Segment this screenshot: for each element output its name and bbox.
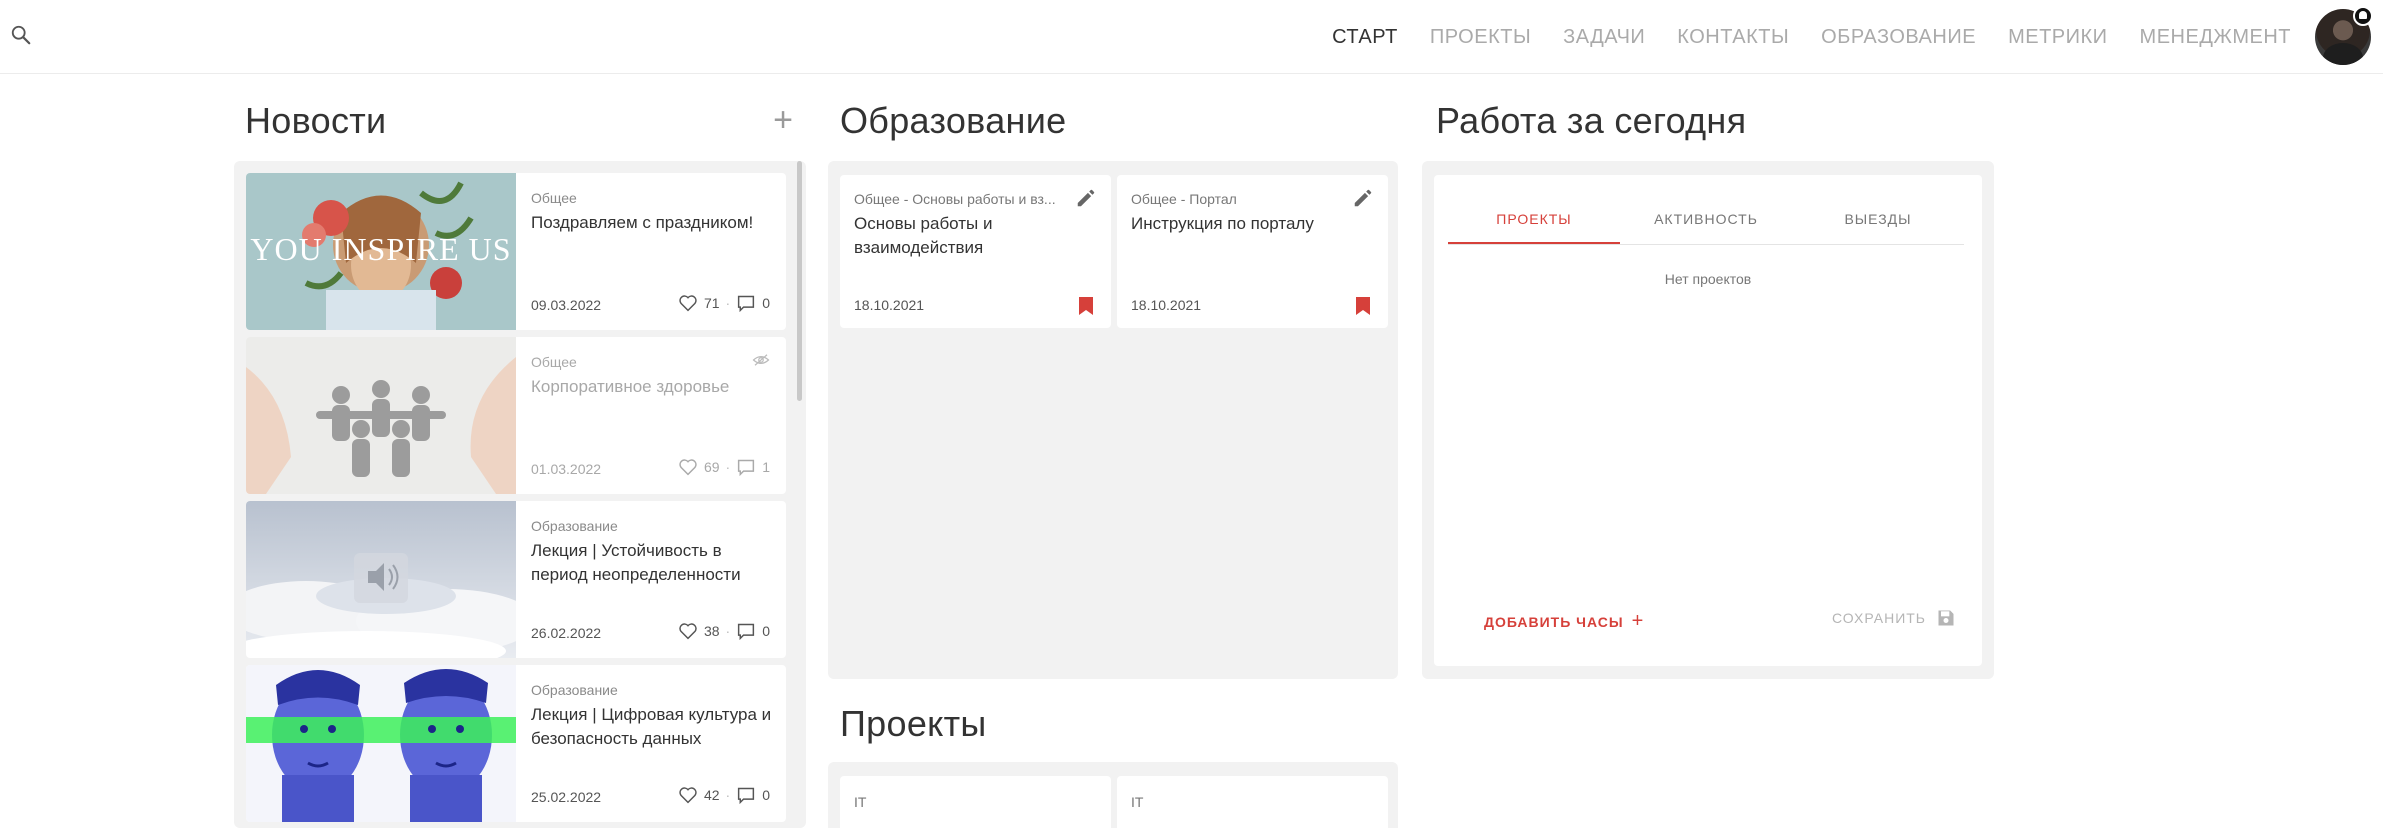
news-title: Новости bbox=[245, 100, 387, 141]
news-meta: 69 · 1 bbox=[678, 458, 770, 476]
education-course-title[interactable]: Основы работы и взаимодействия bbox=[854, 212, 1074, 260]
news-headline[interactable]: Лекция | Устойчивость в период неопредел… bbox=[531, 539, 781, 587]
likes-count: 69 bbox=[703, 459, 720, 475]
education-card[interactable]: Общее - Портал Инструкция по порталу 18.… bbox=[1117, 175, 1388, 328]
main-nav: СТАРТ ПРОЕКТЫ ЗАДАЧИ КОНТАКТЫ ОБРАЗОВАНИ… bbox=[1332, 0, 2291, 74]
project-card[interactable]: IT bbox=[1117, 776, 1388, 828]
nav-item-education[interactable]: ОБРАЗОВАНИЕ bbox=[1821, 26, 1976, 49]
news-headline[interactable]: Лекция | Цифровая культура и безопасност… bbox=[531, 703, 781, 751]
heart-icon[interactable] bbox=[678, 458, 698, 476]
news-card[interactable]: YOU INSPIRE US Общее Поздравляем с празд… bbox=[246, 173, 786, 330]
nav-item-projects[interactable]: ПРОЕКТЫ bbox=[1430, 26, 1531, 49]
news-date: 09.03.2022 bbox=[531, 297, 602, 313]
news-headline[interactable]: Поздравляем с праздником! bbox=[531, 211, 781, 235]
news-panel: YOU INSPIRE US Общее Поздравляем с празд… bbox=[234, 161, 806, 828]
news-image-art bbox=[246, 337, 516, 494]
project-category: IT bbox=[854, 794, 867, 810]
edit-icon[interactable] bbox=[1075, 187, 1097, 209]
news-scrollbar[interactable] bbox=[797, 161, 802, 401]
education-category: Общее - Портал bbox=[1131, 191, 1237, 207]
nav-item-tasks[interactable]: ЗАДАЧИ bbox=[1563, 26, 1645, 49]
heart-icon[interactable] bbox=[678, 786, 698, 804]
add-hours-button[interactable]: ДОБАВИТЬ ЧАСЫ + bbox=[1484, 610, 1644, 633]
avatar-shade bbox=[2323, 43, 2363, 65]
separator-dot: · bbox=[725, 787, 731, 803]
separator-dot: · bbox=[725, 295, 731, 311]
nav-item-management[interactable]: МЕНЕДЖМЕНТ bbox=[2140, 26, 2291, 49]
likes-count: 42 bbox=[703, 787, 720, 803]
nav-item-contacts[interactable]: КОНТАКТЫ bbox=[1677, 26, 1789, 49]
comment-icon[interactable] bbox=[736, 622, 756, 640]
top-bar: СТАРТ ПРОЕКТЫ ЗАДАЧИ КОНТАКТЫ ОБРАЗОВАНИ… bbox=[0, 0, 2383, 74]
work-today-card: ПРОЕКТЫ АКТИВНОСТЬ ВЫЕЗДЫ Нет проектов Д… bbox=[1434, 175, 1982, 666]
projects-panel: IT IT bbox=[828, 762, 1398, 828]
separator-dot: · bbox=[725, 459, 731, 475]
comment-icon[interactable] bbox=[736, 786, 756, 804]
work-tabs: ПРОЕКТЫ АКТИВНОСТЬ ВЫЕЗДЫ bbox=[1448, 201, 1964, 245]
news-image bbox=[246, 337, 516, 494]
news-date: 01.03.2022 bbox=[531, 461, 602, 477]
heart-icon[interactable] bbox=[678, 294, 698, 312]
news-image: YOU INSPIRE US bbox=[246, 173, 516, 330]
comments-count: 1 bbox=[762, 459, 770, 475]
likes-count: 38 bbox=[703, 623, 720, 639]
news-card[interactable]: Образование Лекция | Цифровая культура и… bbox=[246, 665, 786, 822]
news-category: Общее bbox=[531, 190, 577, 206]
plus-icon: + bbox=[1631, 610, 1645, 632]
save-button[interactable]: СОХРАНИТЬ bbox=[1832, 608, 1956, 628]
education-title: Образование bbox=[840, 100, 1067, 141]
save-label: СОХРАНИТЬ bbox=[1831, 610, 1926, 626]
comments-count: 0 bbox=[762, 623, 770, 639]
news-headline[interactable]: Корпоративное здоровье bbox=[531, 375, 781, 399]
projects-title: Проекты bbox=[840, 703, 987, 744]
education-category: Общее - Основы работы и вз... bbox=[854, 191, 1056, 207]
tab-trips[interactable]: ВЫЕЗДЫ bbox=[1792, 201, 1964, 244]
likes-count: 71 bbox=[703, 295, 720, 311]
education-course-title[interactable]: Инструкция по порталу bbox=[1131, 212, 1351, 236]
work-today-title: Работа за сегодня bbox=[1436, 100, 1747, 141]
nav-item-start[interactable]: СТАРТ bbox=[1332, 26, 1398, 49]
add-news-button[interactable]: + bbox=[768, 103, 798, 137]
empty-projects-message: Нет проектов bbox=[1664, 271, 1752, 287]
bookmark-icon[interactable] bbox=[1356, 297, 1370, 315]
education-date: 18.10.2021 bbox=[854, 297, 925, 313]
news-image-art bbox=[246, 665, 516, 822]
news-image bbox=[246, 665, 516, 822]
news-category: Общее bbox=[531, 354, 577, 370]
news-image-caption: YOU INSPIRE US bbox=[250, 231, 512, 267]
comment-icon[interactable] bbox=[736, 294, 756, 312]
project-card[interactable]: IT bbox=[840, 776, 1111, 828]
news-image-art bbox=[246, 501, 516, 658]
education-date: 18.10.2021 bbox=[1131, 297, 1202, 313]
bell-icon[interactable] bbox=[2353, 6, 2373, 26]
tab-projects[interactable]: ПРОЕКТЫ bbox=[1448, 201, 1620, 244]
tab-activity[interactable]: АКТИВНОСТЬ bbox=[1620, 201, 1792, 244]
add-hours-label: ДОБАВИТЬ ЧАСЫ bbox=[1484, 613, 1624, 630]
news-card[interactable]: Общее Корпоративное здоровье 01.03.2022 … bbox=[246, 337, 786, 494]
nav-item-metrics[interactable]: МЕТРИКИ bbox=[2008, 26, 2107, 49]
bookmark-icon[interactable] bbox=[1079, 297, 1093, 315]
comments-count: 0 bbox=[762, 787, 770, 803]
news-meta: 71 · 0 bbox=[678, 294, 770, 312]
separator-dot: · bbox=[725, 623, 731, 639]
education-panel: Общее - Основы работы и вз... Основы раб… bbox=[828, 161, 1398, 679]
hidden-eye-icon bbox=[752, 354, 770, 366]
news-date: 26.02.2022 bbox=[531, 625, 602, 641]
news-meta: 38 · 0 bbox=[678, 622, 770, 640]
news-category: Образование bbox=[531, 682, 618, 698]
news-image bbox=[246, 501, 516, 658]
project-category: IT bbox=[1131, 794, 1144, 810]
comments-count: 0 bbox=[762, 295, 770, 311]
education-card[interactable]: Общее - Основы работы и вз... Основы раб… bbox=[840, 175, 1111, 328]
news-card[interactable]: Образование Лекция | Устойчивость в пери… bbox=[246, 501, 786, 658]
save-icon bbox=[1938, 610, 1954, 626]
news-date: 25.02.2022 bbox=[531, 789, 602, 805]
search-icon[interactable] bbox=[10, 24, 32, 46]
news-category: Образование bbox=[531, 518, 618, 534]
edit-icon[interactable] bbox=[1352, 187, 1374, 209]
comment-icon[interactable] bbox=[736, 458, 756, 476]
news-meta: 42 · 0 bbox=[678, 786, 770, 804]
heart-icon[interactable] bbox=[678, 622, 698, 640]
work-today-panel: ПРОЕКТЫ АКТИВНОСТЬ ВЫЕЗДЫ Нет проектов Д… bbox=[1422, 161, 1994, 679]
